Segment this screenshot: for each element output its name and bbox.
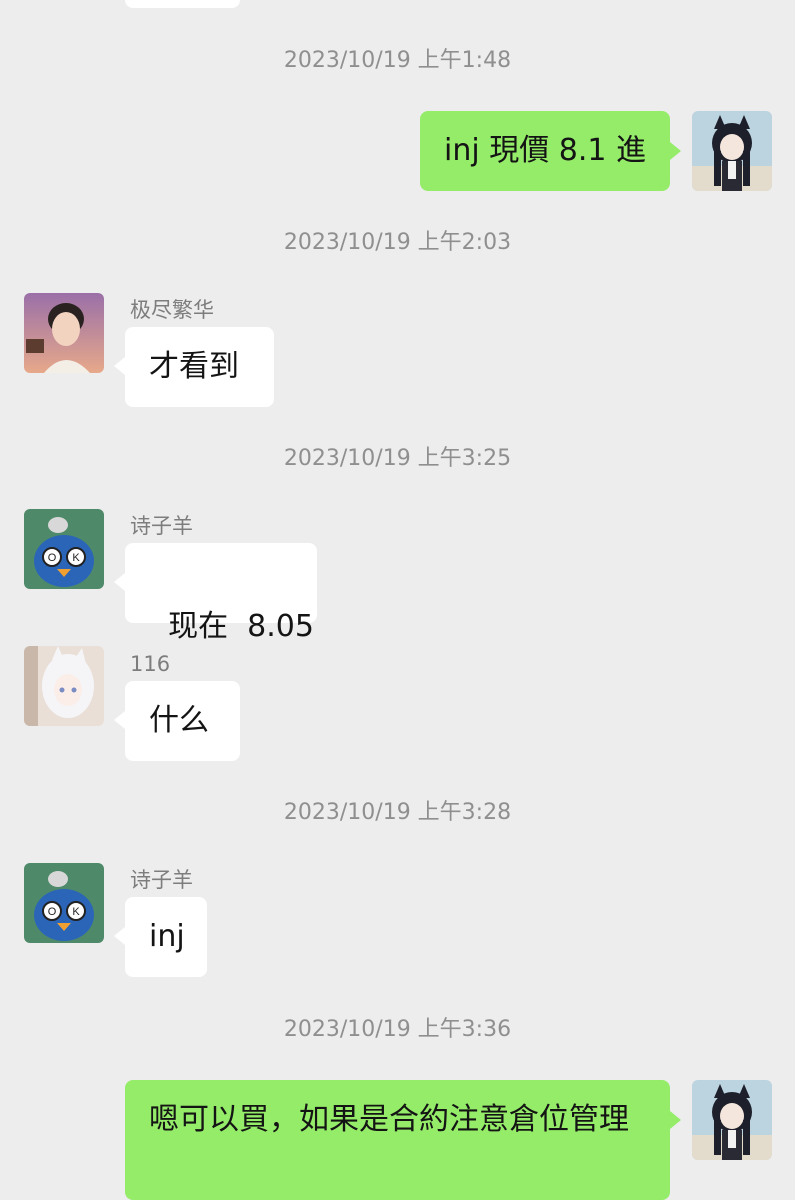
incoming-message-bubble[interactable]: 什么 bbox=[125, 681, 240, 761]
message-text: inj 現價 8.1 進 bbox=[444, 133, 647, 168]
incoming-message-bubble[interactable]: 现在 8.05 bbox=[125, 543, 317, 644]
svg-text:K: K bbox=[72, 552, 80, 564]
incoming-message-bubble[interactable]: inj bbox=[125, 897, 207, 977]
penguin-avatar-icon[interactable]: O K bbox=[24, 509, 104, 589]
svg-text:O: O bbox=[48, 906, 57, 918]
timestamp: 2023/10/19 上午2:03 bbox=[283, 230, 512, 255]
incoming-message-bubble[interactable]: 才看到 bbox=[125, 327, 274, 407]
partial-message-bubble[interactable] bbox=[125, 0, 240, 8]
bubble-tail bbox=[114, 573, 125, 591]
svg-text:O: O bbox=[48, 552, 57, 564]
penguin-avatar-icon[interactable]: O K bbox=[24, 863, 104, 943]
bubble-tail bbox=[670, 1111, 681, 1129]
outgoing-message-bubble[interactable]: 嗯可以買，如果是合約注意倉位管理 bbox=[125, 1080, 670, 1200]
sender-name: 诗子羊 bbox=[130, 868, 193, 892]
bubble-tail bbox=[114, 927, 125, 945]
catgirl-avatar-icon[interactable] bbox=[692, 1080, 772, 1160]
timestamp: 2023/10/19 上午3:28 bbox=[283, 800, 512, 825]
message-text: 什么 bbox=[149, 703, 209, 738]
sender-name: 诗子羊 bbox=[130, 514, 193, 538]
bubble-tail bbox=[114, 711, 125, 729]
bubble-tail bbox=[670, 142, 681, 160]
svg-text:K: K bbox=[72, 906, 80, 918]
message-text: 现在 8.05 bbox=[168, 609, 314, 644]
timestamp: 2023/10/19 上午1:48 bbox=[283, 48, 512, 73]
anime-white-hair-avatar-icon[interactable] bbox=[24, 646, 104, 726]
timestamp: 2023/10/19 上午3:25 bbox=[283, 446, 512, 471]
message-text: 嗯可以買，如果是合約注意倉位管理 bbox=[149, 1102, 629, 1137]
message-text: inj bbox=[149, 919, 185, 954]
boy-avatar-icon[interactable] bbox=[24, 293, 104, 373]
catgirl-avatar-icon[interactable] bbox=[692, 111, 772, 191]
outgoing-message-bubble[interactable]: inj 現價 8.1 進 bbox=[420, 111, 670, 191]
timestamp: 2023/10/19 上午3:36 bbox=[283, 1017, 512, 1042]
sender-name: 116 bbox=[130, 652, 171, 676]
bubble-tail bbox=[114, 357, 125, 375]
message-text: 才看到 bbox=[149, 349, 239, 384]
sender-name: 极尽繁华 bbox=[130, 298, 214, 322]
